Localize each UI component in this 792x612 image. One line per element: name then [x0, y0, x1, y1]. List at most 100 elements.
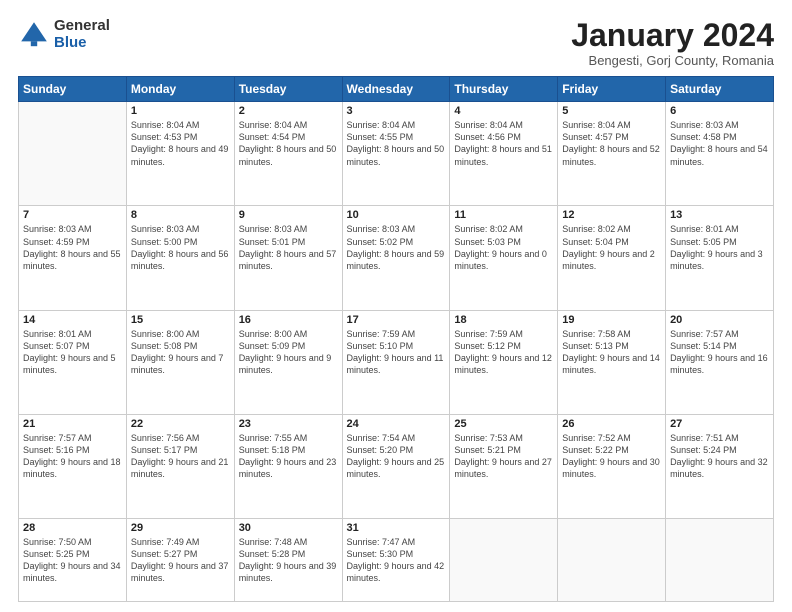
- calendar-cell: 30 Sunrise: 7:48 AMSunset: 5:28 PMDayligh…: [234, 519, 342, 602]
- weekday-header-friday: Friday: [558, 77, 666, 102]
- day-number: 25: [454, 418, 553, 430]
- calendar-cell: 5 Sunrise: 8:04 AMSunset: 4:57 PMDaylight…: [558, 102, 666, 206]
- day-number: 1: [131, 105, 230, 117]
- day-info: Sunrise: 7:59 AMSunset: 5:10 PMDaylight:…: [347, 328, 446, 377]
- day-number: 27: [670, 418, 769, 430]
- day-number: 17: [347, 314, 446, 326]
- day-number: 31: [347, 522, 446, 534]
- calendar-cell: 10Sunrise: 8:03 AMSunset: 5:02 PMDayligh…: [342, 206, 450, 310]
- weekday-header-monday: Monday: [126, 77, 234, 102]
- calendar-cell: 27Sunrise: 7:51 AMSunset: 5:24 PMDayligh…: [666, 414, 774, 518]
- calendar-cell: 24Sunrise: 7:54 AMSunset: 5:20 PMDayligh…: [342, 414, 450, 518]
- calendar-cell: [558, 519, 666, 602]
- logo-icon: [18, 19, 50, 51]
- day-number: 19: [562, 314, 661, 326]
- day-info: Sunrise: 7:58 AMSunset: 5:13 PMDaylight:…: [562, 328, 661, 377]
- day-number: 7: [23, 209, 122, 221]
- weekday-header-tuesday: Tuesday: [234, 77, 342, 102]
- day-info: Sunrise: 8:04 AMSunset: 4:56 PMDaylight:…: [454, 119, 553, 168]
- calendar-cell: 21 Sunrise: 7:57 AMSunset: 5:16 PMDayligh…: [19, 414, 127, 518]
- day-number: 14: [23, 314, 122, 326]
- day-info: Sunrise: 7:56 AMSunset: 5:17 PMDaylight:…: [131, 432, 230, 481]
- day-number: 15: [131, 314, 230, 326]
- day-info: Sunrise: 7:54 AMSunset: 5:20 PMDaylight:…: [347, 432, 446, 481]
- logo-text: General Blue: [54, 18, 110, 51]
- calendar-cell: 11 Sunrise: 8:02 AMSunset: 5:03 PMDayligh…: [450, 206, 558, 310]
- page: General Blue January 2024 Bengesti, Gorj…: [0, 0, 792, 612]
- day-info: Sunrise: 8:01 AMSunset: 5:05 PMDaylight:…: [670, 223, 769, 272]
- calendar-week-3: 21 Sunrise: 7:57 AMSunset: 5:16 PMDayligh…: [19, 414, 774, 518]
- day-info: Sunrise: 8:03 AMSunset: 5:01 PMDaylight:…: [239, 223, 338, 272]
- calendar-cell: [450, 519, 558, 602]
- calendar-cell: 26Sunrise: 7:52 AMSunset: 5:22 PMDayligh…: [558, 414, 666, 518]
- day-info: Sunrise: 8:01 AMSunset: 5:07 PMDaylight:…: [23, 328, 122, 377]
- calendar-cell: 4 Sunrise: 8:04 AMSunset: 4:56 PMDaylight…: [450, 102, 558, 206]
- weekday-header-saturday: Saturday: [666, 77, 774, 102]
- day-number: 5: [562, 105, 661, 117]
- day-number: 23: [239, 418, 338, 430]
- day-info: Sunrise: 7:57 AMSunset: 5:16 PMDaylight:…: [23, 432, 122, 481]
- day-info: Sunrise: 8:04 AMSunset: 4:53 PMDaylight:…: [131, 119, 230, 168]
- day-number: 28: [23, 522, 122, 534]
- calendar-cell: 28 Sunrise: 7:50 AMSunset: 5:25 PMDayligh…: [19, 519, 127, 602]
- day-info: Sunrise: 7:57 AMSunset: 5:14 PMDaylight:…: [670, 328, 769, 377]
- day-number: 10: [347, 209, 446, 221]
- calendar-cell: 8Sunrise: 8:03 AMSunset: 5:00 PMDaylight…: [126, 206, 234, 310]
- day-number: 18: [454, 314, 553, 326]
- day-number: 6: [670, 105, 769, 117]
- location-subtitle: Bengesti, Gorj County, Romania: [571, 53, 774, 68]
- day-number: 12: [562, 209, 661, 221]
- day-number: 30: [239, 522, 338, 534]
- day-info: Sunrise: 8:02 AMSunset: 5:04 PMDaylight:…: [562, 223, 661, 272]
- day-info: Sunrise: 7:53 AMSunset: 5:21 PMDaylight:…: [454, 432, 553, 481]
- calendar-table: SundayMondayTuesdayWednesdayThursdayFrid…: [18, 76, 774, 602]
- day-info: Sunrise: 8:02 AMSunset: 5:03 PMDaylight:…: [454, 223, 553, 272]
- day-info: Sunrise: 7:49 AMSunset: 5:27 PMDaylight:…: [131, 536, 230, 585]
- day-number: 13: [670, 209, 769, 221]
- calendar-cell: 18Sunrise: 7:59 AMSunset: 5:12 PMDayligh…: [450, 310, 558, 414]
- calendar-cell: 13 Sunrise: 8:01 AMSunset: 5:05 PMDayligh…: [666, 206, 774, 310]
- calendar-cell: 22 Sunrise: 7:56 AMSunset: 5:17 PMDayligh…: [126, 414, 234, 518]
- calendar-week-0: 1 Sunrise: 8:04 AMSunset: 4:53 PMDaylight…: [19, 102, 774, 206]
- day-info: Sunrise: 8:04 AMSunset: 4:57 PMDaylight:…: [562, 119, 661, 168]
- day-number: 22: [131, 418, 230, 430]
- calendar-cell: 14 Sunrise: 8:01 AMSunset: 5:07 PMDayligh…: [19, 310, 127, 414]
- calendar-cell: 31 Sunrise: 7:47 AMSunset: 5:30 PMDayligh…: [342, 519, 450, 602]
- day-info: Sunrise: 8:03 AMSunset: 4:58 PMDaylight:…: [670, 119, 769, 168]
- calendar-cell: 19 Sunrise: 7:58 AMSunset: 5:13 PMDayligh…: [558, 310, 666, 414]
- header: General Blue January 2024 Bengesti, Gorj…: [18, 18, 774, 68]
- calendar-cell: [19, 102, 127, 206]
- day-info: Sunrise: 8:00 AMSunset: 5:08 PMDaylight:…: [131, 328, 230, 377]
- day-info: Sunrise: 7:47 AMSunset: 5:30 PMDaylight:…: [347, 536, 446, 585]
- month-title: January 2024: [571, 18, 774, 53]
- day-info: Sunrise: 7:55 AMSunset: 5:18 PMDaylight:…: [239, 432, 338, 481]
- day-number: 21: [23, 418, 122, 430]
- calendar-cell: 1 Sunrise: 8:04 AMSunset: 4:53 PMDaylight…: [126, 102, 234, 206]
- calendar-cell: 25 Sunrise: 7:53 AMSunset: 5:21 PMDayligh…: [450, 414, 558, 518]
- calendar-cell: 29 Sunrise: 7:49 AMSunset: 5:27 PMDayligh…: [126, 519, 234, 602]
- day-number: 20: [670, 314, 769, 326]
- calendar-cell: 20 Sunrise: 7:57 AMSunset: 5:14 PMDayligh…: [666, 310, 774, 414]
- calendar-cell: 23 Sunrise: 7:55 AMSunset: 5:18 PMDayligh…: [234, 414, 342, 518]
- day-info: Sunrise: 8:00 AMSunset: 5:09 PMDaylight:…: [239, 328, 338, 377]
- day-info: Sunrise: 8:04 AMSunset: 4:55 PMDaylight:…: [347, 119, 446, 168]
- day-number: 2: [239, 105, 338, 117]
- day-number: 29: [131, 522, 230, 534]
- logo-general-text: General: [54, 18, 110, 35]
- calendar-cell: 6 Sunrise: 8:03 AMSunset: 4:58 PMDaylight…: [666, 102, 774, 206]
- day-number: 9: [239, 209, 338, 221]
- title-block: January 2024 Bengesti, Gorj County, Roma…: [571, 18, 774, 68]
- calendar-cell: 2 Sunrise: 8:04 AMSunset: 4:54 PMDaylight…: [234, 102, 342, 206]
- calendar-cell: 9 Sunrise: 8:03 AMSunset: 5:01 PMDaylight…: [234, 206, 342, 310]
- calendar-cell: 12 Sunrise: 8:02 AMSunset: 5:04 PMDayligh…: [558, 206, 666, 310]
- day-number: 11: [454, 209, 553, 221]
- weekday-header-row: SundayMondayTuesdayWednesdayThursdayFrid…: [19, 77, 774, 102]
- logo-blue-text: Blue: [54, 35, 110, 52]
- day-number: 4: [454, 105, 553, 117]
- day-info: Sunrise: 7:48 AMSunset: 5:28 PMDaylight:…: [239, 536, 338, 585]
- day-info: Sunrise: 8:04 AMSunset: 4:54 PMDaylight:…: [239, 119, 338, 168]
- weekday-header-thursday: Thursday: [450, 77, 558, 102]
- calendar-cell: 3Sunrise: 8:04 AMSunset: 4:55 PMDaylight…: [342, 102, 450, 206]
- day-number: 26: [562, 418, 661, 430]
- day-info: Sunrise: 7:50 AMSunset: 5:25 PMDaylight:…: [23, 536, 122, 585]
